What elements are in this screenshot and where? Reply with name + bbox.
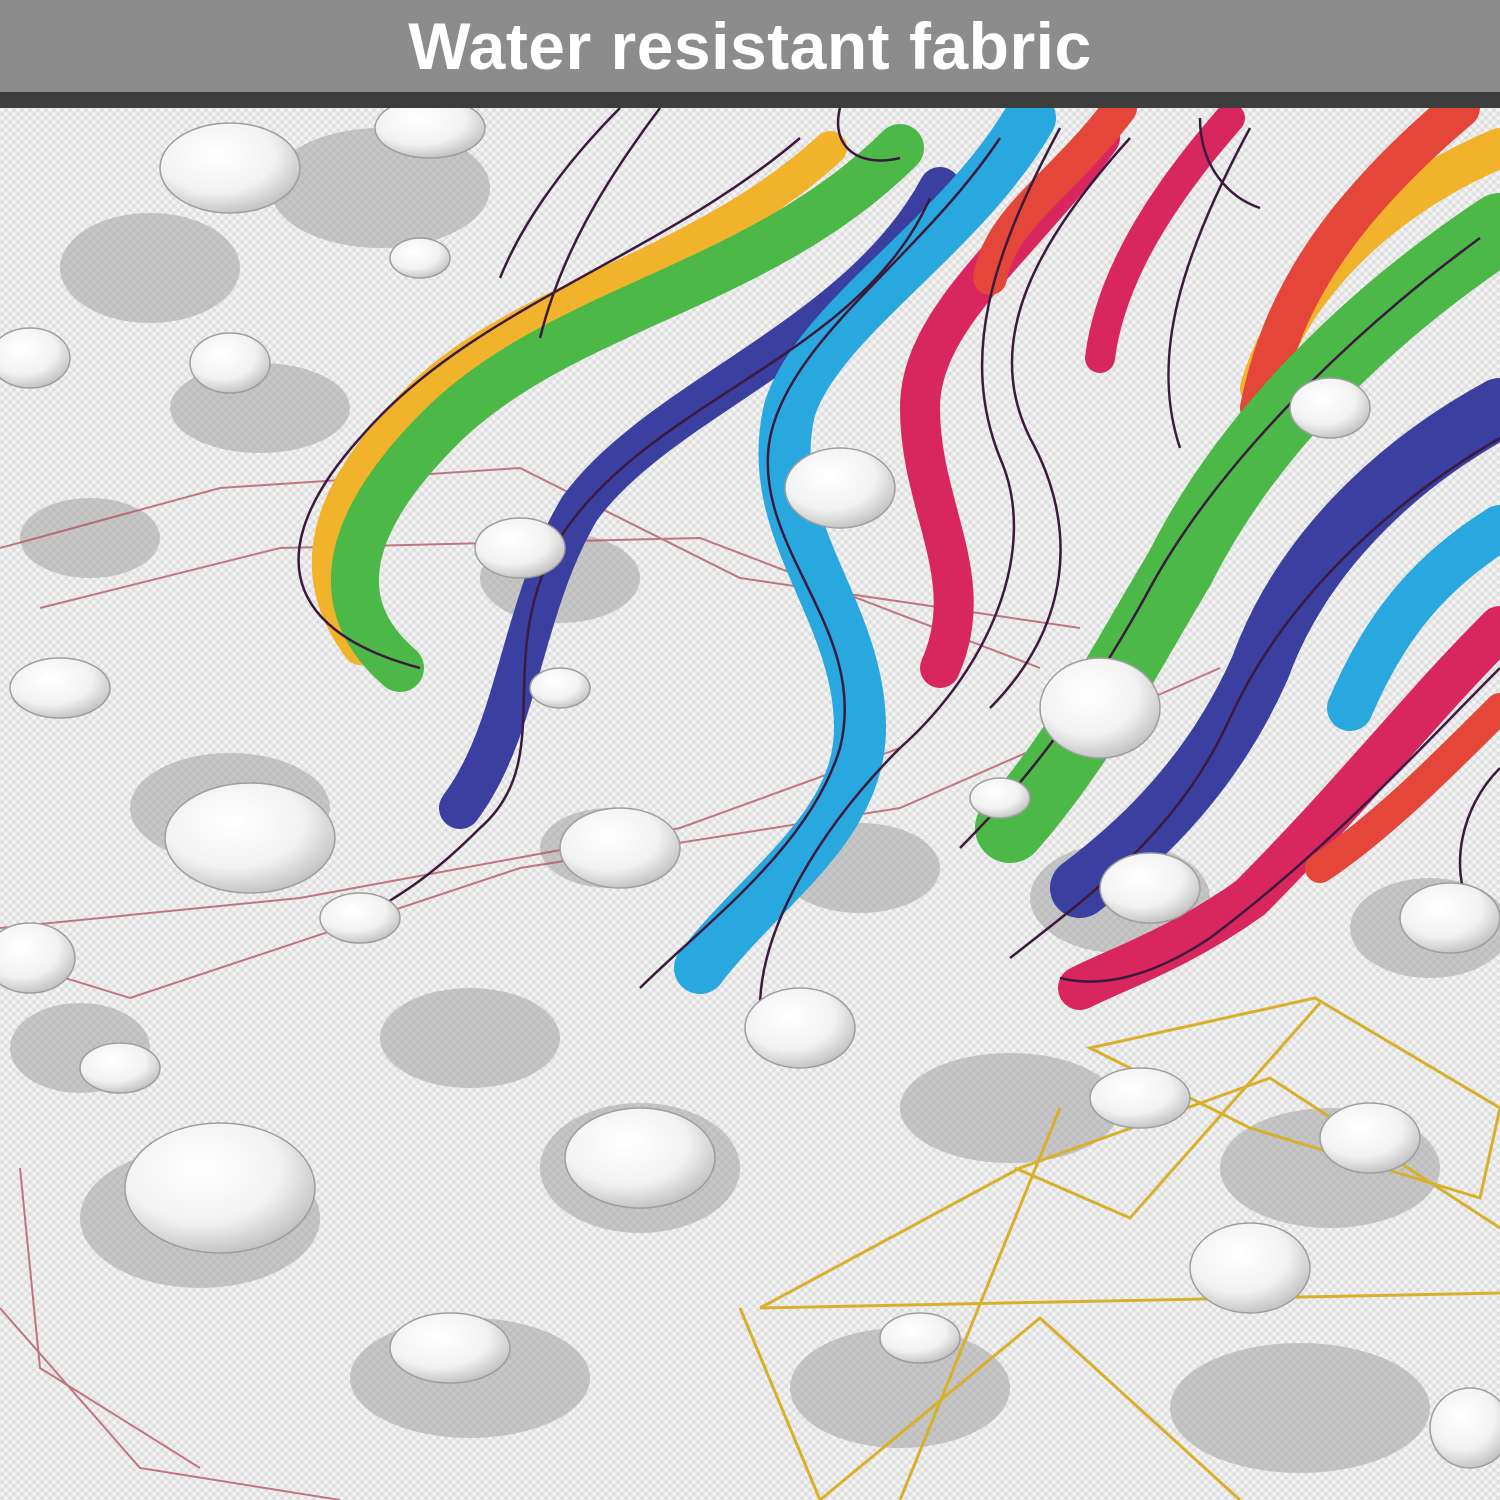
banner: Water resistant fabric — [0, 0, 1500, 92]
banner-divider — [0, 92, 1500, 108]
fabric-photo — [0, 108, 1500, 1500]
banner-title: Water resistant fabric — [408, 9, 1092, 83]
